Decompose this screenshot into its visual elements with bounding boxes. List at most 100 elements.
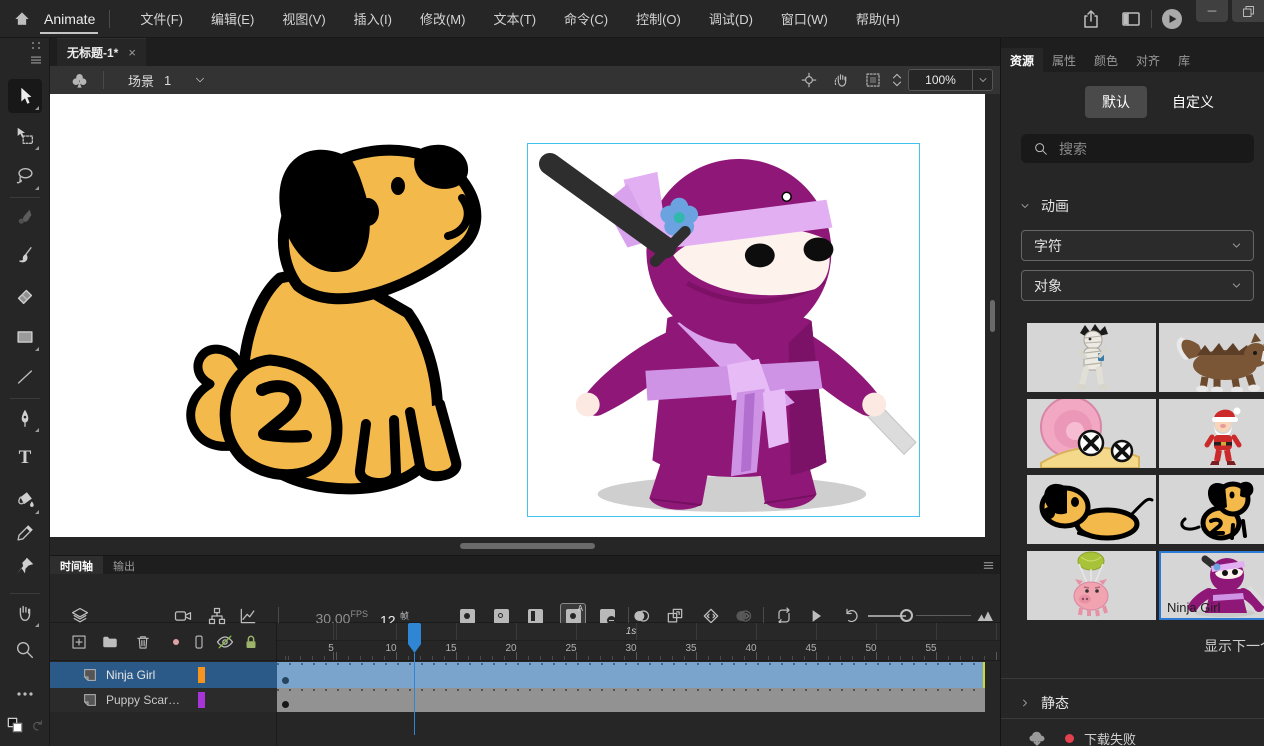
lock-all-icon[interactable] bbox=[242, 633, 260, 651]
zoom-stepper-icon[interactable] bbox=[890, 70, 904, 90]
delete-layer-icon[interactable] bbox=[134, 633, 152, 651]
add-layer-icon[interactable] bbox=[70, 633, 88, 651]
asset-thumb-wolf[interactable] bbox=[1159, 323, 1264, 392]
share-icon[interactable] bbox=[1079, 7, 1103, 31]
add-folder-icon[interactable] bbox=[101, 633, 119, 651]
scene-clip-icon[interactable] bbox=[70, 71, 89, 90]
hand-tool[interactable] bbox=[8, 596, 42, 630]
close-tab-icon[interactable]: × bbox=[128, 45, 136, 60]
document-tab[interactable]: 无标题-1* × bbox=[57, 38, 146, 66]
keyframe-dot[interactable] bbox=[282, 701, 289, 708]
workspace-icon[interactable] bbox=[1119, 7, 1143, 31]
menu-debug[interactable]: 调试(D) bbox=[695, 3, 767, 34]
app-name[interactable]: Animate bbox=[44, 11, 95, 27]
asset-thumb-puppy-sitting[interactable] bbox=[1159, 475, 1264, 544]
menu-file[interactable]: 文件(F) bbox=[126, 3, 197, 34]
timeline-frame-ruler[interactable]: 5 10 15 20 25 30 35 40 45 50 55 bbox=[277, 641, 1000, 661]
asset-thumb-snail[interactable] bbox=[1027, 399, 1156, 468]
tab-color[interactable]: 颜色 bbox=[1085, 48, 1127, 72]
zoom-level-control[interactable]: 100% bbox=[908, 69, 993, 91]
mode-default-button[interactable]: 默认 bbox=[1085, 86, 1147, 118]
timeline-seconds-band[interactable]: 1s bbox=[277, 623, 1000, 641]
more-tools-button[interactable] bbox=[8, 682, 42, 706]
fluid-brush-tool[interactable] bbox=[8, 200, 42, 234]
zoom-tool[interactable] bbox=[8, 633, 42, 667]
mode-custom-button[interactable]: 自定义 bbox=[1161, 86, 1225, 118]
object-dropdown[interactable]: 对象 bbox=[1021, 270, 1254, 301]
free-transform-tool[interactable] bbox=[8, 119, 42, 153]
swap-colors-icon[interactable] bbox=[5, 715, 25, 735]
reset-colors-icon[interactable] bbox=[29, 718, 45, 734]
rectangle-tool[interactable] bbox=[8, 320, 42, 354]
rotate-stage-icon[interactable] bbox=[833, 71, 851, 89]
ninja-selection-rect[interactable] bbox=[527, 143, 920, 517]
tab-properties[interactable]: 属性 bbox=[1043, 48, 1085, 72]
asset-thumb-ninja-girl[interactable]: Ninja Girl bbox=[1159, 551, 1264, 620]
layer-color-swatch[interactable] bbox=[198, 692, 205, 708]
parenting-dot-icon[interactable] bbox=[173, 639, 179, 645]
menu-view[interactable]: 视图(V) bbox=[268, 3, 339, 34]
line-tool[interactable] bbox=[8, 360, 42, 394]
paint-bucket-tool[interactable] bbox=[8, 483, 42, 517]
asset-thumb-puppy-lying[interactable] bbox=[1027, 475, 1156, 544]
scene-dropdown-chevron-icon[interactable] bbox=[193, 73, 207, 87]
tab-timeline[interactable]: 时间轴 bbox=[50, 556, 103, 574]
menu-control[interactable]: 控制(O) bbox=[622, 3, 695, 34]
text-tool[interactable]: T bbox=[8, 441, 42, 475]
asset-warp-tool[interactable] bbox=[8, 549, 42, 583]
search-box[interactable] bbox=[1021, 134, 1254, 163]
center-stage-icon[interactable] bbox=[800, 71, 818, 89]
minimize-button[interactable] bbox=[1196, 0, 1228, 22]
tab-assets[interactable]: 资源 bbox=[1001, 48, 1043, 72]
menu-edit[interactable]: 编辑(E) bbox=[197, 3, 268, 34]
section-static[interactable]: 静态 bbox=[1019, 693, 1069, 713]
lasso-tool[interactable] bbox=[8, 159, 42, 193]
asset-thumb-pig-parachute[interactable] bbox=[1027, 551, 1156, 620]
restore-button[interactable] bbox=[1232, 0, 1264, 22]
classic-brush-tool[interactable] bbox=[8, 239, 42, 273]
tab-align[interactable]: 对齐 bbox=[1127, 48, 1169, 72]
layer-row-puppy[interactable]: Puppy Scar… bbox=[50, 688, 277, 712]
timeline-zoom-slider-knob[interactable] bbox=[900, 609, 913, 622]
eyedropper-tool[interactable] bbox=[8, 516, 42, 550]
panel-drag-handle-icon[interactable] bbox=[30, 41, 42, 51]
pen-tool[interactable] bbox=[8, 401, 42, 435]
stage-vertical-scrollbar[interactable] bbox=[990, 300, 995, 332]
search-input[interactable] bbox=[1059, 141, 1229, 157]
outline-view-icon[interactable] bbox=[190, 633, 208, 651]
eraser-tool[interactable] bbox=[8, 279, 42, 313]
menu-help[interactable]: 帮助(H) bbox=[842, 3, 914, 34]
quick-share-play-icon[interactable] bbox=[1160, 7, 1184, 31]
layer-row-ninja-girl[interactable]: Ninja Girl bbox=[50, 662, 277, 688]
asset-thumb-santa[interactable] bbox=[1159, 399, 1264, 468]
selection-tool[interactable] bbox=[8, 79, 42, 113]
section-animated[interactable]: 动画 bbox=[1019, 196, 1069, 216]
tab-output[interactable]: 输出 bbox=[103, 556, 145, 574]
menu-text[interactable]: 文本(T) bbox=[479, 3, 550, 34]
layer-color-swatch[interactable] bbox=[198, 667, 205, 683]
clip-content-icon[interactable] bbox=[864, 71, 882, 89]
timeline-panel: 时间轴 输出 30.00FPS 12 帧 A bbox=[50, 555, 1000, 746]
menu-commands[interactable]: 命令(C) bbox=[550, 3, 622, 34]
zoom-level-value[interactable]: 100% bbox=[909, 73, 972, 87]
menu-window[interactable]: 窗口(W) bbox=[767, 3, 842, 34]
toolbar-menu-icon[interactable] bbox=[29, 53, 43, 67]
timeline-panel-menu-icon[interactable] bbox=[982, 559, 995, 572]
stage-canvas[interactable] bbox=[50, 94, 985, 537]
home-icon[interactable] bbox=[12, 9, 32, 29]
frame-span-ninja[interactable] bbox=[277, 662, 985, 688]
tab-library[interactable]: 库 bbox=[1169, 48, 1199, 72]
frame-span-puppy[interactable] bbox=[277, 688, 985, 712]
keyframe-dot[interactable] bbox=[282, 677, 289, 684]
character-dropdown[interactable]: 字符 bbox=[1021, 230, 1254, 261]
puppy-artwork[interactable] bbox=[170, 128, 510, 518]
show-next-link[interactable]: 显示下一个 bbox=[1204, 636, 1264, 654]
timeline-frames-area[interactable]: 1s 5 10 15 20 25 30 35 40 45 50 55 bbox=[277, 623, 1000, 746]
stage-horizontal-scrollbar[interactable] bbox=[460, 543, 595, 549]
menu-insert[interactable]: 插入(I) bbox=[340, 3, 406, 34]
zoom-dropdown-chevron-icon[interactable] bbox=[972, 70, 992, 90]
menu-modify[interactable]: 修改(M) bbox=[406, 3, 480, 34]
show-hide-all-icon[interactable] bbox=[215, 632, 235, 652]
asset-thumb-mummy[interactable] bbox=[1027, 323, 1156, 392]
ninja-artwork[interactable] bbox=[528, 144, 919, 516]
